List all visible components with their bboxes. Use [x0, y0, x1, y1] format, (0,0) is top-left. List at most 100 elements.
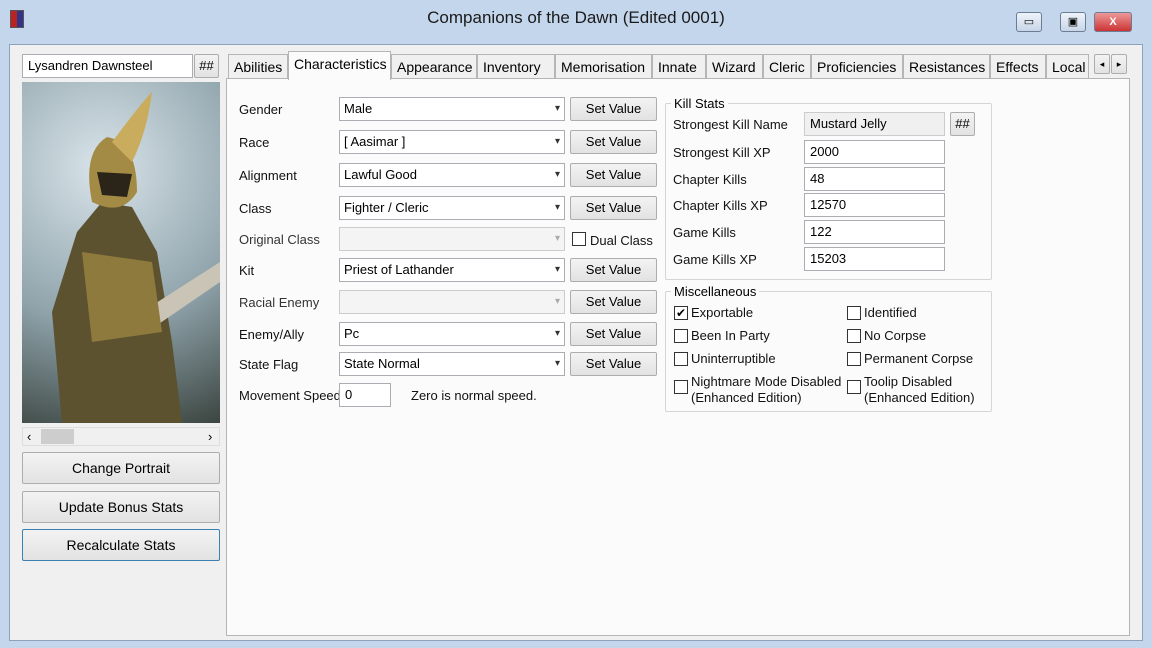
- dual-class-label: Dual Class: [590, 233, 653, 248]
- tab-memorisation[interactable]: Memorisation: [555, 54, 652, 79]
- kill-stats-title: Kill Stats: [671, 96, 728, 111]
- tab-abilities[interactable]: Abilities: [228, 54, 288, 79]
- checkbox-toolip-disabled[interactable]: [847, 380, 861, 394]
- set-value-button[interactable]: Set Value: [570, 163, 657, 187]
- kill-stat-label: Chapter Kills XP: [673, 198, 768, 213]
- checkbox-label: Toolip Disabled: [864, 374, 953, 389]
- field-label: Kit: [239, 263, 255, 278]
- window-title: Companions of the Dawn (Edited 0001): [427, 8, 725, 27]
- miscellaneous-title: Miscellaneous: [671, 284, 760, 299]
- kill-stat-label: Strongest Kill XP: [673, 145, 771, 160]
- field-label: Enemy/Ally: [239, 327, 305, 342]
- update-bonus-stats-button[interactable]: Update Bonus Stats: [22, 491, 220, 523]
- kill-stat-label: Strongest Kill Name: [673, 117, 788, 132]
- checkbox-exportable[interactable]: ✔: [674, 306, 688, 320]
- field-label: Original Class: [239, 232, 320, 247]
- checkbox-label: Permanent Corpse: [864, 351, 974, 366]
- field-select[interactable]: Fighter / Cleric ▾: [339, 196, 565, 220]
- checkbox-label: Uninterruptible: [691, 351, 776, 366]
- maximize-button[interactable]: ▣: [1060, 12, 1086, 32]
- chevron-down-icon[interactable]: ▾: [555, 259, 560, 281]
- kill-stat-input[interactable]: 48: [804, 167, 945, 191]
- set-value-button[interactable]: Set Value: [570, 322, 657, 346]
- portrait-image: [22, 82, 220, 423]
- chevron-down-icon[interactable]: ▾: [555, 98, 560, 120]
- kill-stat-input[interactable]: 122: [804, 220, 945, 244]
- chevron-down-icon[interactable]: ▾: [555, 291, 560, 313]
- scroll-left-icon[interactable]: ‹: [27, 429, 31, 444]
- tab-scroll-left-button[interactable]: ◂: [1094, 54, 1110, 74]
- set-value-button[interactable]: Set Value: [570, 130, 657, 154]
- chevron-down-icon[interactable]: ▾: [555, 323, 560, 345]
- field-label: State Flag: [239, 357, 299, 372]
- set-value-button[interactable]: Set Value: [570, 196, 657, 220]
- set-value-button[interactable]: Set Value: [570, 258, 657, 282]
- kill-stat-input[interactable]: 2000: [804, 140, 945, 164]
- tab-scroll-right-button[interactable]: ▸: [1111, 54, 1127, 74]
- field-label: Gender: [239, 102, 283, 117]
- field-select[interactable]: Pc ▾: [339, 322, 565, 346]
- scroll-thumb[interactable]: [41, 429, 74, 444]
- checkbox-label: Been In Party: [691, 328, 770, 343]
- tab-proficiencies[interactable]: Proficiencies: [811, 54, 903, 79]
- chevron-down-icon[interactable]: ▾: [555, 228, 560, 250]
- checkbox-identified[interactable]: [847, 306, 861, 320]
- close-button[interactable]: X: [1094, 12, 1132, 32]
- kill-stat-label: Game Kills XP: [673, 252, 757, 267]
- kill-stat-input[interactable]: Mustard Jelly: [804, 112, 945, 136]
- chevron-down-icon[interactable]: ▾: [555, 131, 560, 153]
- field-select[interactable]: State Normal ▾: [339, 352, 565, 376]
- checkbox-no-corpse[interactable]: [847, 329, 861, 343]
- kill-stat-input[interactable]: 15203: [804, 247, 945, 271]
- set-value-button[interactable]: Set Value: [570, 352, 657, 376]
- recalculate-stats-button[interactable]: Recalculate Stats: [22, 529, 220, 561]
- chevron-down-icon[interactable]: ▾: [555, 197, 560, 219]
- field-select[interactable]: Lawful Good ▾: [339, 163, 565, 187]
- chevron-down-icon[interactable]: ▾: [555, 164, 560, 186]
- movement-speed-label: Movement Speed: [239, 388, 341, 403]
- character-name-input[interactable]: Lysandren Dawnsteel: [22, 54, 193, 78]
- tab-cleric[interactable]: Cleric: [763, 54, 811, 79]
- field-select[interactable]: Priest of Lathander ▾: [339, 258, 565, 282]
- checkbox-permanent-corpse[interactable]: [847, 352, 861, 366]
- checkbox-label: Identified: [864, 305, 917, 320]
- field-select[interactable]: Male ▾: [339, 97, 565, 121]
- checkbox-label: No Corpse: [864, 328, 927, 343]
- field-label: Race: [239, 135, 270, 150]
- field-select[interactable]: ▾: [339, 227, 565, 251]
- set-value-button[interactable]: Set Value: [570, 97, 657, 121]
- name-hash-button[interactable]: ##: [194, 54, 219, 78]
- tab-appearance[interactable]: Appearance: [391, 54, 477, 79]
- tab-local[interactable]: Local: [1046, 54, 1089, 79]
- tab-innate[interactable]: Innate: [652, 54, 706, 79]
- kill-hash-button[interactable]: ##: [950, 112, 975, 136]
- checkbox-label: Exportable: [691, 305, 754, 320]
- field-label: Alignment: [239, 168, 297, 183]
- checkbox-label: Nightmare Mode Disabled: [691, 374, 842, 389]
- field-label: Class: [239, 201, 272, 216]
- kill-stat-input[interactable]: 12570: [804, 193, 945, 217]
- field-select[interactable]: ▾: [339, 290, 565, 314]
- kill-stat-label: Chapter Kills: [673, 172, 747, 187]
- movement-speed-hint: Zero is normal speed.: [411, 388, 537, 403]
- tab-wizard[interactable]: Wizard: [706, 54, 763, 79]
- chevron-down-icon[interactable]: ▾: [555, 353, 560, 375]
- tab-effects[interactable]: Effects: [990, 54, 1046, 79]
- movement-speed-input[interactable]: 0: [339, 383, 391, 407]
- minimize-button[interactable]: ▭: [1016, 12, 1042, 32]
- checkbox-uninterruptible[interactable]: [674, 352, 688, 366]
- set-value-button[interactable]: Set Value: [570, 290, 657, 314]
- checkbox-label-sub: (Enhanced Edition): [864, 390, 975, 405]
- dual-class-checkbox[interactable]: [572, 232, 586, 246]
- tab-characteristics[interactable]: Characteristics: [288, 51, 391, 80]
- field-select[interactable]: [ Aasimar ] ▾: [339, 130, 565, 154]
- scroll-right-icon[interactable]: ›: [208, 429, 212, 444]
- checkbox-nightmare-mode-disabled[interactable]: [674, 380, 688, 394]
- change-portrait-button[interactable]: Change Portrait: [22, 452, 220, 484]
- tab-inventory[interactable]: Inventory: [477, 54, 555, 79]
- tab-resistances[interactable]: Resistances: [903, 54, 990, 79]
- portrait-scrollbar[interactable]: ‹ ›: [22, 427, 220, 446]
- checkbox-label-sub: (Enhanced Edition): [691, 390, 802, 405]
- checkbox-been-in-party[interactable]: [674, 329, 688, 343]
- kill-stat-label: Game Kills: [673, 225, 736, 240]
